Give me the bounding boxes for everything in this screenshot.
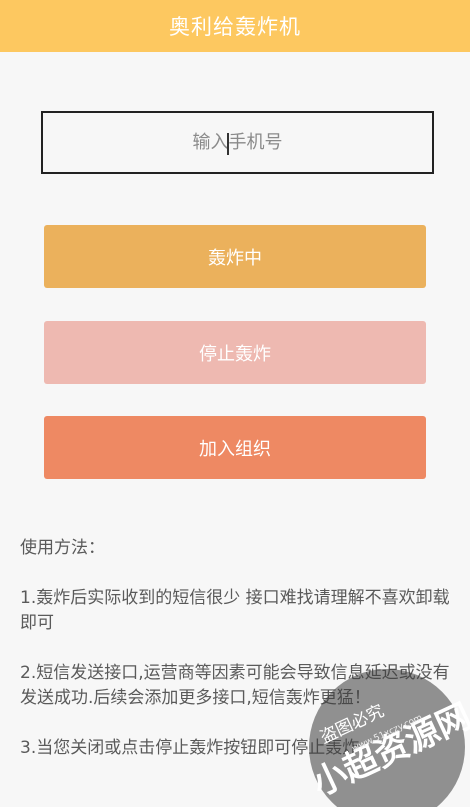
instruction-item-2: 2.短信发送接口,运营商等因素可能会导致信息延迟或没有发送成功.后续会添加更多接… [20,663,450,708]
phone-input-container [41,111,434,174]
bomb-button-label: 轰炸中 [208,247,262,269]
stop-button-label: 停止轰炸 [199,343,271,365]
stop-bomb-button[interactable]: 停止轰炸 [44,321,426,384]
app-title: 奥利给轰炸机 [169,15,301,39]
text-caret [227,133,229,155]
usage-instructions: 使用方法： 1.轰炸后实际收到的短信很少 接口难找请理解不喜欢卸载即可 2.短信… [20,536,452,761]
join-button-label: 加入组织 [199,438,271,460]
instruction-item-3: 3.当您关闭或点击停止轰炸按钮即可停止轰炸 [20,738,360,758]
instructions-heading: 使用方法： [20,538,105,558]
phone-number-input[interactable] [43,113,432,172]
bomb-button[interactable]: 轰炸中 [44,225,426,288]
join-group-button[interactable]: 加入组织 [44,416,426,479]
app-bar: 奥利给轰炸机 [0,0,470,52]
instruction-item-1: 1.轰炸后实际收到的短信很少 接口难找请理解不喜欢卸载即可 [20,588,450,633]
